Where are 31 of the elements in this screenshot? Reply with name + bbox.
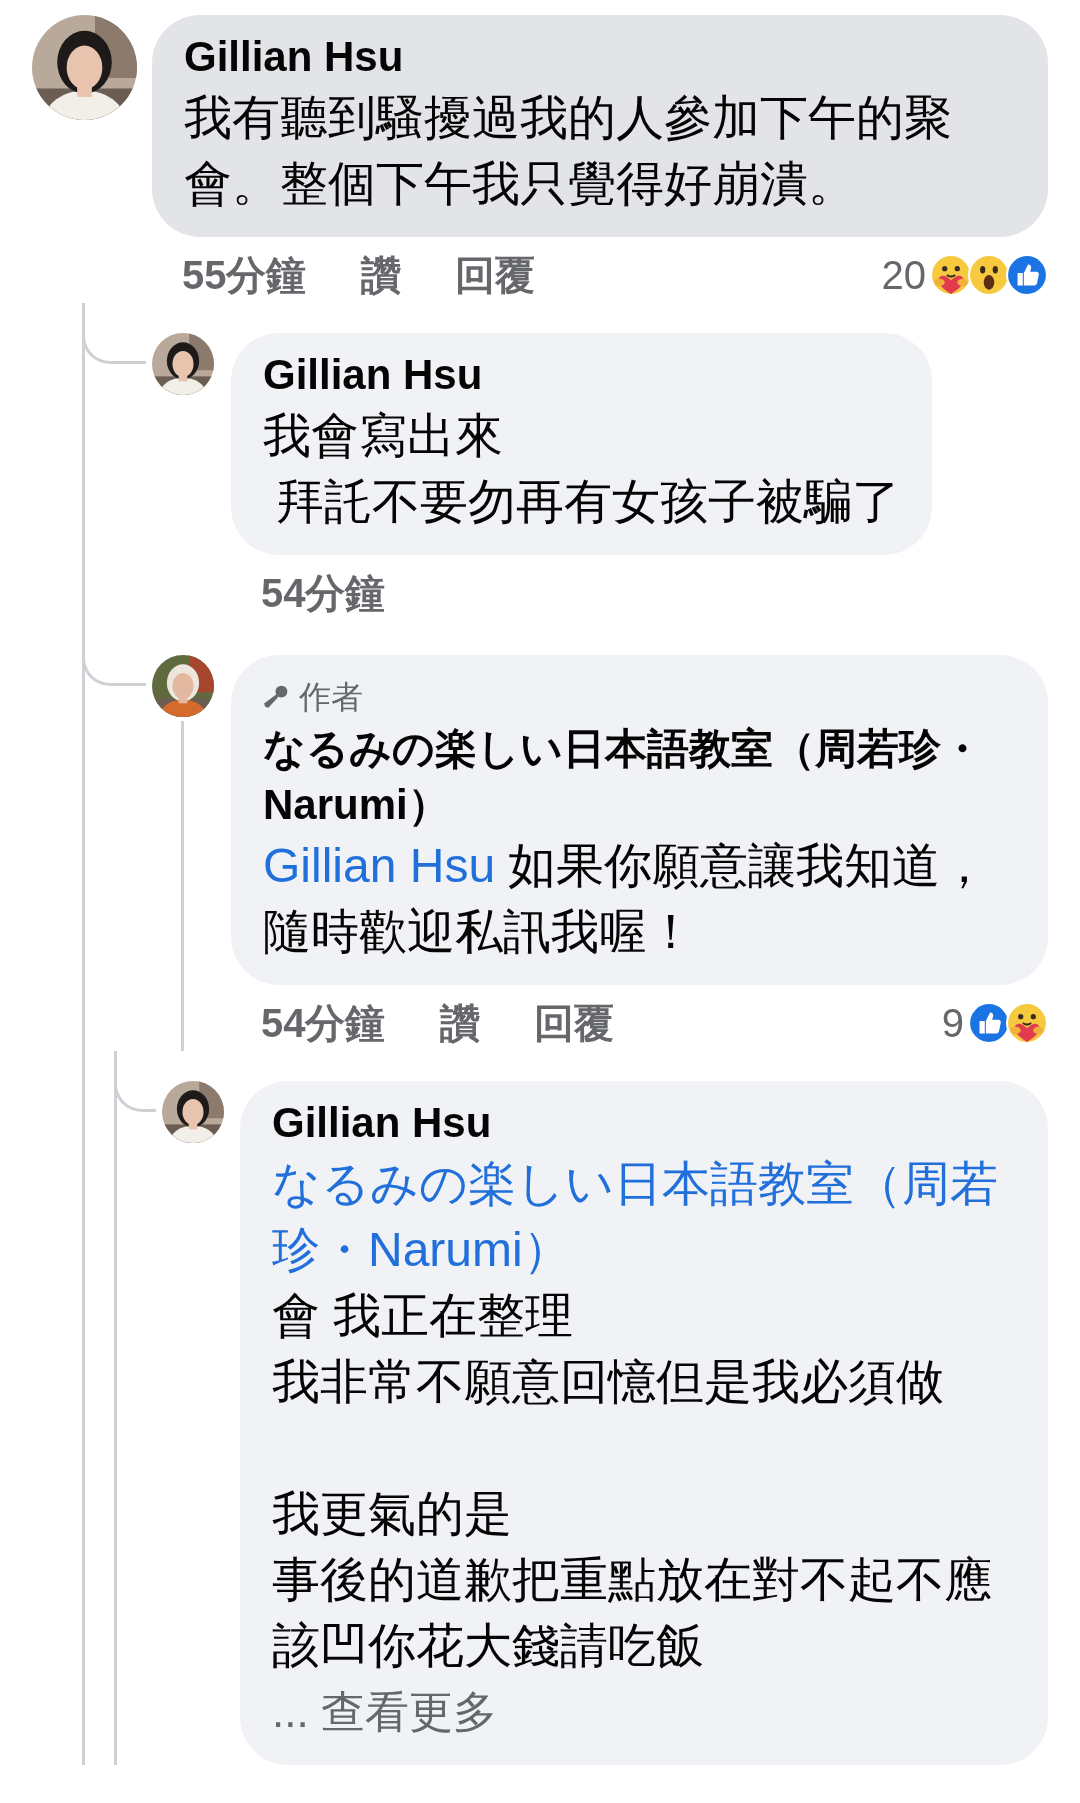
thumbs-up-icon bbox=[968, 1002, 1010, 1044]
author-name[interactable]: Gillian Hsu bbox=[272, 1095, 998, 1151]
timestamp: 55分鐘 bbox=[182, 251, 307, 299]
comment-text: 我有聽到騷擾過我的人參加下午的聚會。整個下午我只覺得好崩潰。 bbox=[184, 90, 953, 212]
author-label: 作者 bbox=[299, 678, 363, 717]
comment-text: Gillian Hsu 如果你願意讓我知道，隨時歡迎私訊我喔！ bbox=[263, 838, 990, 960]
see-more-link[interactable]: ... 查看更多 bbox=[272, 1679, 998, 1745]
action-link[interactable]: 回覆 bbox=[454, 247, 535, 303]
comment-line: 拜託不要勿再有女孩子被騙了 bbox=[275, 474, 901, 530]
thumbs-up-icon bbox=[1006, 254, 1048, 296]
mention-link[interactable]: なるみの楽しい日本語教室（周若珍・Narumi） bbox=[272, 1151, 998, 1283]
action-link[interactable]: 回覆 bbox=[533, 995, 614, 1051]
reaction-count: 9 bbox=[941, 1000, 964, 1046]
timestamp: 54分鐘 bbox=[261, 569, 386, 617]
mention-link[interactable]: Gillian Hsu bbox=[263, 839, 496, 892]
comment-line: 事後的道歉把重點放在對不起不應該凹你花大錢請吃飯 bbox=[272, 1552, 993, 1674]
hug-emoji-icon bbox=[1006, 1002, 1048, 1044]
reaction-count: 20 bbox=[881, 252, 926, 298]
author-name[interactable]: Gillian Hsu bbox=[263, 347, 901, 403]
author-name[interactable]: Gillian Hsu bbox=[184, 29, 988, 85]
hug-emoji-icon bbox=[930, 254, 972, 296]
author-name[interactable]: なるみの楽しい日本語教室（周若珍・Narumi） bbox=[263, 721, 1016, 833]
comment-line: 我更氣的是 bbox=[272, 1486, 513, 1542]
comment-line: 我非常不願意回憶但是我必須做 bbox=[272, 1354, 945, 1410]
timestamp: 54分鐘 bbox=[261, 999, 386, 1047]
surprised-emoji-icon bbox=[968, 254, 1010, 296]
action-link[interactable]: 讚 bbox=[360, 247, 401, 303]
action-link[interactable]: 讚 bbox=[439, 995, 480, 1051]
microphone-icon bbox=[263, 684, 289, 710]
comment-line: 會 我正在整理 bbox=[272, 1288, 575, 1344]
comment-line: 我會寫出來 bbox=[263, 408, 504, 464]
